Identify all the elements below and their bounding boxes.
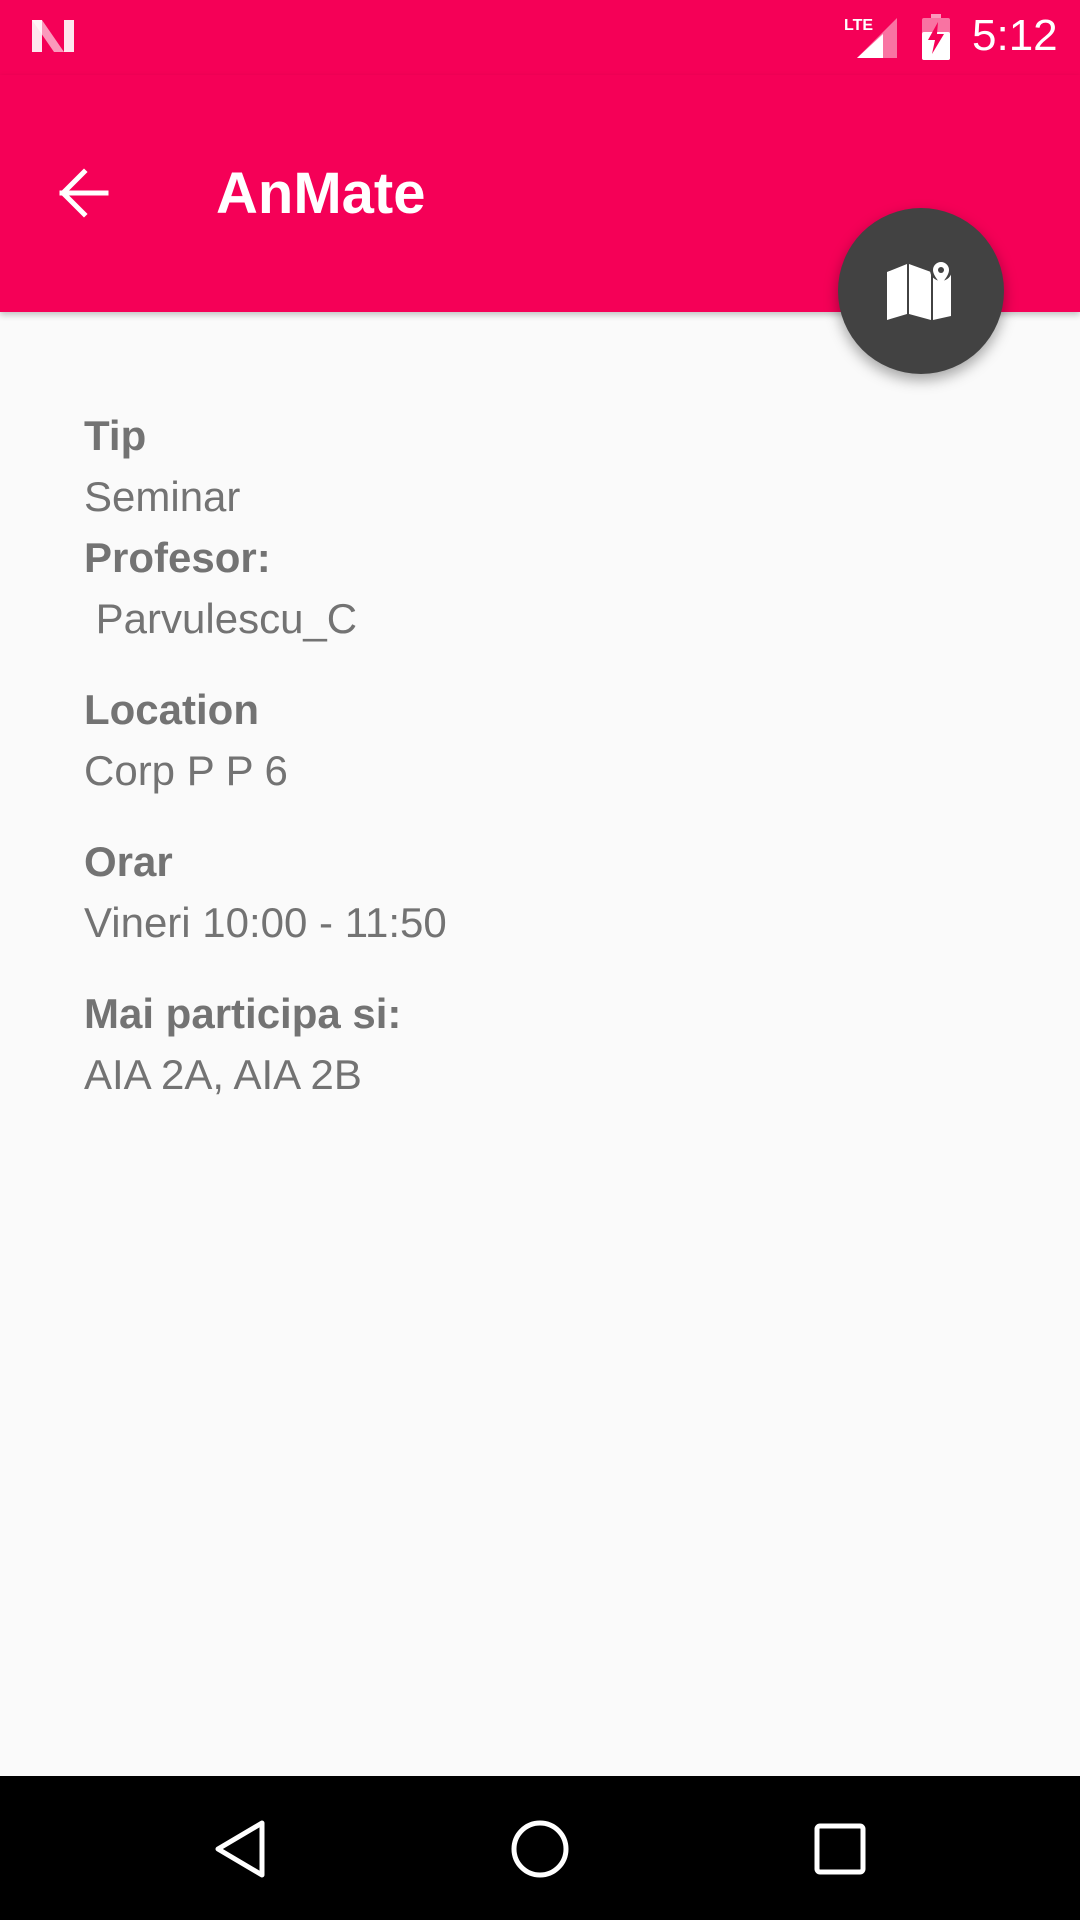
class-details: Tip Seminar Profesor: Parvulescu_C Locat…: [84, 405, 984, 1135]
app-title: AnMate: [216, 161, 426, 226]
professor-value: Parvulescu_C: [84, 595, 358, 642]
location-section: Location Corp P P 6: [84, 679, 984, 801]
nav-back-button[interactable]: [197, 1806, 283, 1892]
nav-home-button[interactable]: [497, 1806, 583, 1892]
participants-value: AIA 2A, AIA 2B: [84, 1051, 362, 1098]
schedule-value: Vineri 10:00 - 11:50: [84, 899, 447, 946]
map-fab-button[interactable]: [838, 208, 1004, 374]
status-bar: LTE 5:12: [0, 0, 1080, 75]
schedule-label: Orar: [84, 838, 173, 885]
type-value: Seminar: [84, 473, 241, 520]
lte-signal-icon: LTE: [844, 17, 897, 58]
location-value: Corp P P 6: [84, 747, 288, 794]
location-label: Location: [84, 686, 259, 733]
participants-label: Mai participa si:: [84, 990, 402, 1037]
home-circle-icon: [511, 1820, 569, 1878]
battery-charging-icon: [922, 14, 950, 60]
back-triangle-icon: [215, 1820, 265, 1878]
recents-square-icon: [814, 1823, 866, 1875]
type-section: Tip Seminar Profesor: Parvulescu_C: [84, 405, 984, 649]
navigation-bar: [0, 1776, 1080, 1920]
schedule-section: Orar Vineri 10:00 - 11:50: [84, 831, 984, 953]
nav-recents-button[interactable]: [797, 1806, 883, 1892]
n-logo-icon: [32, 20, 74, 52]
back-button[interactable]: [50, 159, 118, 227]
network-label: LTE: [844, 17, 873, 34]
professor-label: Profesor:: [84, 534, 271, 581]
participants-section: Mai participa si: AIA 2A, AIA 2B: [84, 983, 984, 1105]
arrow-back-icon: [59, 168, 109, 218]
type-label: Tip: [84, 412, 147, 459]
map-pin-icon: [887, 260, 952, 320]
status-time: 5:12: [972, 11, 1058, 60]
